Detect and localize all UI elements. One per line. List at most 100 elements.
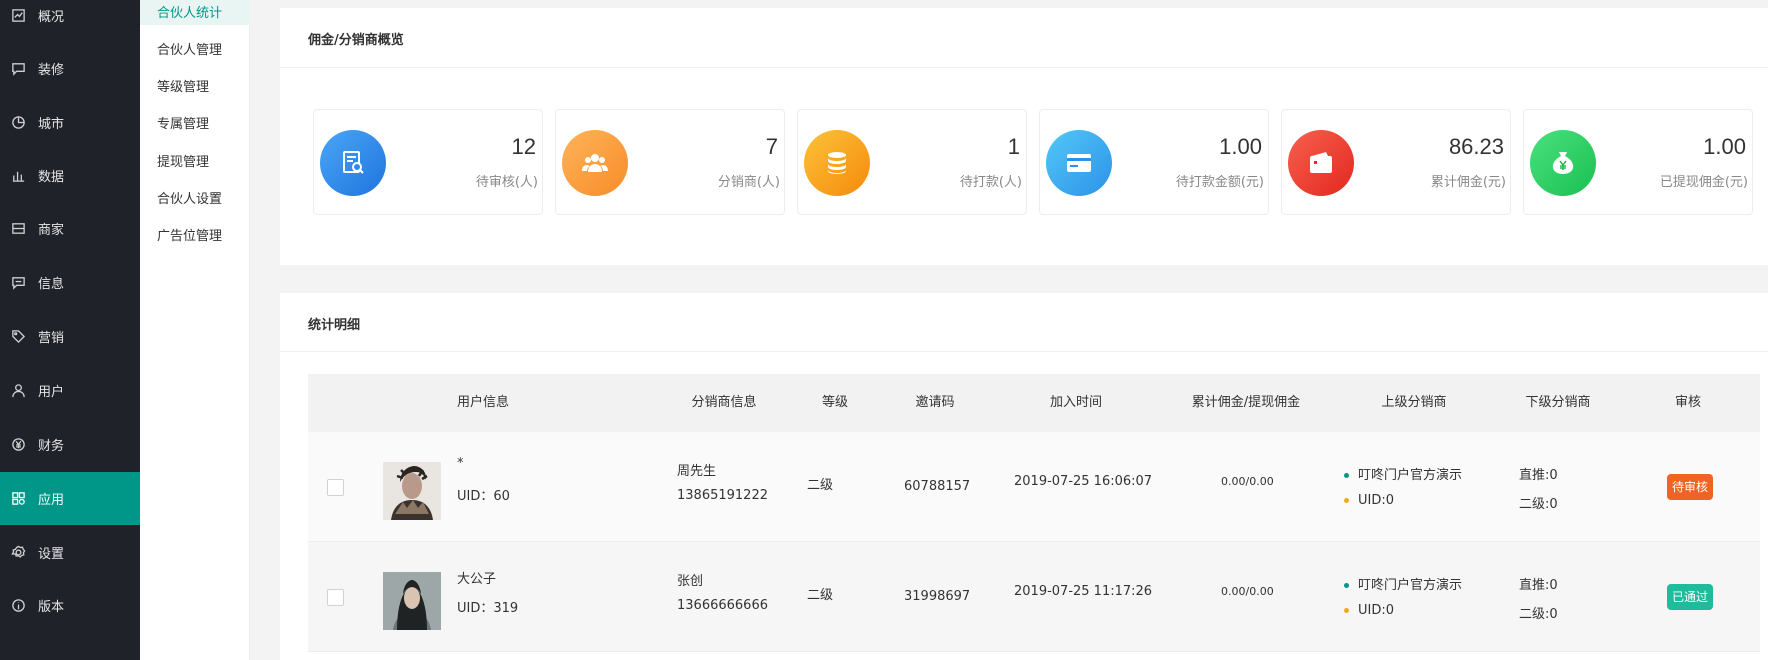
submenu-item-partner-settings[interactable]: 合伙人设置 [140, 183, 250, 211]
main-nav: 概况 装修 城市 数据 商家 信息 营销 用户 财务 应用 设置 版本 [0, 0, 140, 660]
nav-label: 数据 [38, 170, 65, 185]
users-icon [562, 130, 628, 196]
avatar [383, 572, 441, 630]
nav-label: 应用 [38, 493, 65, 508]
level: 二级 [807, 588, 834, 603]
stat-total-commission: 86.23 累计佣金(元) [1281, 109, 1511, 215]
stat-withdrawn-commission: 1.00 已提现佣金(元) [1523, 109, 1753, 215]
submenu-item-level-manage[interactable]: 等级管理 [140, 71, 250, 99]
submenu-item-ad-manage[interactable]: 广告位管理 [140, 220, 250, 248]
user-icon [10, 383, 26, 399]
overview-divider [280, 67, 1768, 68]
coins-icon [804, 130, 870, 196]
bar-chart-icon [10, 168, 26, 184]
parent-name: 叮咚门户官方演示 [1344, 464, 1462, 483]
commission: 0.00/0.00 [1221, 475, 1274, 488]
nav-label: 版本 [38, 600, 65, 615]
second-count: 二级:0 [1519, 497, 1558, 512]
tag-icon [10, 329, 26, 345]
row-checkbox[interactable] [327, 479, 344, 496]
row-checkbox[interactable] [327, 589, 344, 606]
nav-item-overview[interactable]: 概况 [0, 0, 140, 42]
nav-label: 信息 [38, 277, 65, 292]
stat-pending-review: 12 待审核(人) [313, 109, 543, 215]
money-bag-icon [1530, 130, 1596, 196]
nav-label: 用户 [38, 385, 65, 400]
stat-label: 待打款金额(元) [1175, 175, 1264, 190]
stat-value: 86.23 [1448, 134, 1504, 159]
nav-label: 概况 [38, 10, 65, 25]
stat-label: 待打款(人) [959, 175, 1022, 190]
status-badge[interactable]: 已通过 [1667, 584, 1714, 610]
col-parent-distributor: 上级分销商 [1381, 395, 1447, 410]
status-dot [1344, 583, 1349, 588]
col-invite-code: 邀请码 [915, 395, 955, 410]
nav-item-data[interactable]: 数据 [0, 149, 140, 202]
status-badge[interactable]: 待审核 [1667, 474, 1714, 500]
info-icon [10, 598, 26, 614]
parent-uid: UID:0 [1344, 493, 1394, 508]
wallet-icon [1288, 130, 1354, 196]
stat-label: 已提现佣金(元) [1659, 175, 1748, 190]
submenu-item-partner-manage[interactable]: 合伙人管理 [140, 34, 250, 62]
submenu-item-withdraw-manage[interactable]: 提现管理 [140, 146, 250, 174]
nav-item-apps[interactable]: 应用 [0, 472, 140, 525]
submenu-item-partner-stats[interactable]: 合伙人统计 [140, 0, 250, 25]
nav-item-version[interactable]: 版本 [0, 579, 140, 632]
commission: 0.00/0.00 [1221, 585, 1274, 598]
parent-uid-text: UID:0 [1358, 493, 1395, 508]
stat-pending-amount: 1.00 待打款金额(元) [1039, 109, 1269, 215]
distributor-phone: 13666666666 [677, 598, 768, 613]
status-dot [1344, 473, 1349, 478]
direct-count: 直推:0 [1519, 468, 1558, 483]
nav-label: 设置 [38, 547, 65, 562]
join-time: 2019-07-25 16:06:07 [1014, 474, 1153, 489]
nav-label: 装修 [38, 63, 65, 78]
nav-item-decoration[interactable]: 装修 [0, 42, 140, 95]
gear-icon [10, 545, 26, 561]
distributor-phone: 13865191222 [677, 488, 768, 503]
nav-item-info[interactable]: 信息 [0, 256, 140, 309]
col-join-time: 加入时间 [1049, 395, 1103, 410]
col-review: 审核 [1674, 395, 1702, 410]
invite-code: 60788157 [904, 479, 971, 494]
parent-name-text: 叮咚门户官方演示 [1358, 468, 1463, 483]
yen-icon [10, 437, 26, 453]
submenu-item-exclusive-manage[interactable]: 专属管理 [140, 108, 250, 136]
apps-icon [10, 491, 26, 507]
join-time: 2019-07-25 11:17:26 [1014, 584, 1153, 599]
submenu: 合伙人统计 合伙人管理 等级管理 专属管理 提现管理 合伙人设置 广告位管理 [140, 0, 250, 660]
detail-divider [280, 351, 1768, 352]
table-row: 大公子 UID：319 张创 13666666666 二级 31998697 2… [308, 542, 1760, 652]
chat-icon [10, 275, 26, 291]
stat-value: 1.00 [1219, 134, 1262, 159]
col-level: 等级 [821, 395, 849, 410]
stat-label: 累计佣金(元) [1430, 175, 1506, 190]
overview-title: 佣金/分销商概览 [308, 33, 404, 48]
stat-label: 待审核(人) [475, 175, 538, 190]
status-dot [1344, 608, 1349, 613]
user-name: 大公子 [457, 572, 497, 587]
pie-icon [10, 115, 26, 131]
col-distributor-info: 分销商信息 [691, 395, 757, 410]
nav-item-marketing[interactable]: 营销 [0, 310, 140, 363]
nav-item-merchant[interactable]: 商家 [0, 202, 140, 255]
table-row: * UID：60 周先生 13865191222 二级 60788157 201… [308, 432, 1760, 542]
invite-code: 31998697 [904, 589, 971, 604]
nav-item-city[interactable]: 城市 [0, 96, 140, 149]
nav-label: 营销 [38, 331, 65, 346]
nav-item-finance[interactable]: 财务 [0, 418, 140, 471]
user-name: * [457, 456, 464, 471]
nav-item-users[interactable]: 用户 [0, 364, 140, 417]
level: 二级 [807, 478, 834, 493]
card-icon [1046, 130, 1112, 196]
stat-value: 7 [765, 134, 778, 159]
user-uid: UID：60 [457, 489, 510, 504]
col-user-info: 用户信息 [456, 395, 510, 410]
avatar [383, 462, 441, 520]
nav-item-settings[interactable]: 设置 [0, 526, 140, 579]
parent-name-text: 叮咚门户官方演示 [1358, 578, 1463, 593]
nav-label: 财务 [38, 439, 65, 454]
parent-uid: UID:0 [1344, 603, 1394, 618]
stat-pending-payment: 1 待打款(人) [797, 109, 1027, 215]
